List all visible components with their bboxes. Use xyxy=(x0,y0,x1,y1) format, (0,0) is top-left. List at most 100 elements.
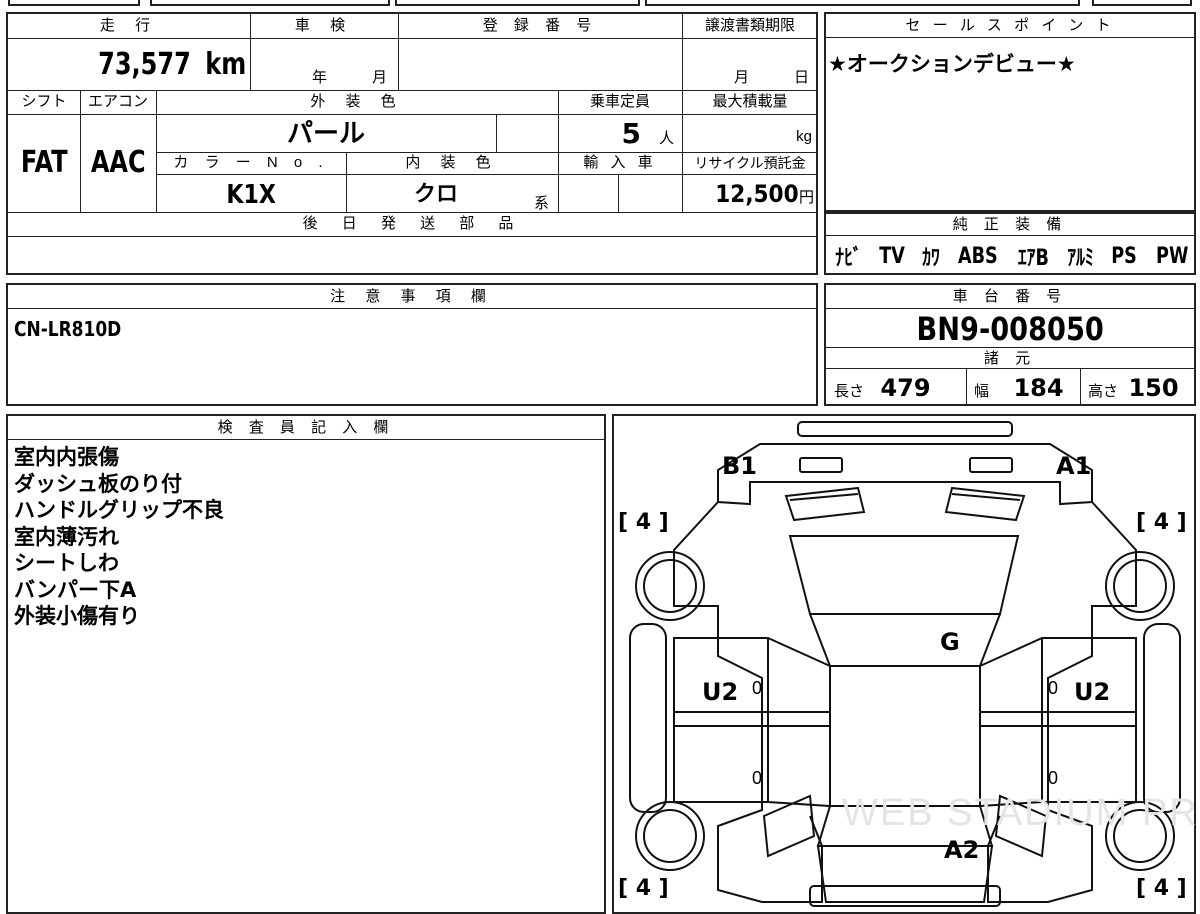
inspection-year-unit: 年 xyxy=(312,69,328,86)
recycle-unit: 円 xyxy=(798,189,814,206)
door-rear-left xyxy=(673,725,831,808)
spec-label: 諸 元 xyxy=(826,347,1194,369)
inspector-line: 外装小傷有り xyxy=(14,604,140,628)
capacity-value: 5人 xyxy=(621,117,675,150)
mark-zero: 0 xyxy=(1048,768,1059,788)
mirror-right xyxy=(944,486,1026,522)
width-cell: 幅 184 xyxy=(974,371,1078,403)
sales-point-text: ★オークションデビュー★ xyxy=(828,52,1076,76)
notes-label: 注 意 事 項 欄 xyxy=(8,285,816,309)
mark-zero: 0 xyxy=(752,678,763,698)
max-load-label: 最大積載量 xyxy=(712,93,788,110)
width-value: 184 xyxy=(1013,374,1064,402)
equipment-item: ｴｱB xyxy=(1017,246,1049,271)
inspector-line: ダッシュ板のり付 xyxy=(14,471,182,496)
equipment-item: TV xyxy=(879,243,906,269)
mileage-value: 73,577 km xyxy=(8,42,246,88)
interior-value: クロ xyxy=(413,181,458,206)
wheel-front-right xyxy=(1105,551,1175,621)
notes-box: 注 意 事 項 欄 CN-LR810D xyxy=(6,283,818,406)
capacity-unit: 人 xyxy=(658,130,674,147)
tire-rear-left: [ 4 ] xyxy=(618,876,669,901)
capacity-label: 乗車定員 xyxy=(589,93,650,110)
inspection-label: 車 検 xyxy=(294,17,354,34)
equipment-item: PS xyxy=(1111,243,1138,269)
equipment-item: PW xyxy=(1155,243,1188,269)
color-no-label: カ ラ ー N o . xyxy=(173,154,329,171)
mark-g: G xyxy=(940,628,960,656)
interior-suffix: 系 xyxy=(534,195,550,212)
mark-a1: A1 xyxy=(1056,452,1092,480)
color-no-value: K1X xyxy=(226,180,276,210)
mark-u2-right: U2 xyxy=(1074,678,1111,706)
equipment-item: ｱﾙﾐ xyxy=(1067,246,1094,271)
sales-point-box: セ ー ル ス ポ イ ン ト ★オークションデビュー★ xyxy=(824,12,1196,212)
mark-a2: A2 xyxy=(944,836,980,864)
top-stub xyxy=(0,0,1200,8)
car-diagram xyxy=(629,421,1181,907)
recycle-value: 12,500円 xyxy=(715,180,814,208)
aircon-value: AAC xyxy=(90,145,146,180)
chassis-label: 車 台 番 号 xyxy=(826,285,1194,309)
width-label: 幅 xyxy=(974,383,990,400)
mark-u2-left: U2 xyxy=(702,678,739,706)
chassis-value: BN9-008050 xyxy=(916,310,1104,348)
skirt-left xyxy=(629,623,667,813)
height-cell: 高さ 150 xyxy=(1088,371,1192,403)
wheel-rear-left xyxy=(635,801,705,871)
aircon-label: エアコン xyxy=(87,93,148,110)
registration-label: 登 録 番 号 xyxy=(482,17,598,34)
exterior-value: パール xyxy=(286,118,365,148)
exterior-label: 外 装 色 xyxy=(310,93,404,110)
mark-zero: 0 xyxy=(1048,678,1059,698)
equipment-item: ｶﾜ xyxy=(921,246,940,271)
tire-rear-right: [ 4 ] xyxy=(1136,876,1187,901)
inspector-line: ハンドルグリップ不良 xyxy=(14,498,224,522)
mileage-unit: km xyxy=(205,47,246,82)
headlight-left xyxy=(799,457,843,473)
watermark: WEB STADIUM PRO xyxy=(842,792,1200,834)
max-load-unit: kg xyxy=(796,128,812,145)
roof-panel xyxy=(829,665,981,807)
roof xyxy=(809,613,1001,667)
equipment-item: ABS xyxy=(957,243,998,269)
tire-front-left: [ 4 ] xyxy=(618,510,669,535)
vehicle-info-table: 走 行 車 検 登 録 番 号 譲渡書類期限 73,577 km 年 月 月 日 … xyxy=(6,12,818,275)
equipment-list: ﾅﾋﾞ TV ｶﾜ ABS ｴｱB ｱﾙﾐ PS PW xyxy=(832,240,1192,272)
inspector-line: バンパー下A xyxy=(14,577,137,602)
headlight-right xyxy=(969,457,1013,473)
inspector-lines: 室内内張傷 ダッシュ板のり付 ハンドルグリップ不良 室内薄汚れ シートしわ バン… xyxy=(14,444,224,630)
inspector-label: 検 査 員 記 入 欄 xyxy=(8,416,604,440)
mirror-left xyxy=(784,486,866,522)
notes-text: CN-LR810D xyxy=(14,317,122,341)
front-bumper xyxy=(797,421,1013,437)
windshield xyxy=(788,535,1020,615)
mark-b1: B1 xyxy=(722,452,757,480)
inspector-line: シートしわ xyxy=(14,551,119,575)
parts-label: 後 日 発 送 部 品 xyxy=(302,215,524,232)
inspection-month-unit: 月 xyxy=(372,69,388,86)
length-label: 長さ xyxy=(834,383,865,400)
car-diagram-box: WEB STADIUM PRO B1 A1 G U2 U2 A2 0 0 0 0… xyxy=(612,414,1200,914)
transfer-label: 譲渡書類期限 xyxy=(704,17,795,34)
hood xyxy=(717,443,1093,506)
sales-point-label: セ ー ル ス ポ イ ン ト xyxy=(826,14,1194,38)
inspector-box: 検 査 員 記 入 欄 室内内張傷 ダッシュ板のり付 ハンドルグリップ不良 室内… xyxy=(6,414,606,914)
mark-zero: 0 xyxy=(752,768,763,788)
tire-front-right: [ 4 ] xyxy=(1136,510,1187,535)
chassis-box: 車 台 番 号 BN9-008050 諸 元 長さ 479 幅 184 高さ 1… xyxy=(824,283,1196,406)
inspector-line: 室内内張傷 xyxy=(14,445,119,469)
length-value: 479 xyxy=(880,374,931,402)
transfer-day-unit: 日 xyxy=(794,69,810,86)
recycle-label: リサイクル預託金 xyxy=(694,155,806,171)
interior-label: 内 装 色 xyxy=(405,154,499,171)
import-label: 輸 入 車 xyxy=(583,154,657,171)
inspector-line: 室内薄汚れ xyxy=(14,524,119,549)
height-label: 高さ xyxy=(1088,383,1119,400)
length-cell: 長さ 479 xyxy=(834,371,964,403)
equipment-item: ﾅﾋﾞ xyxy=(835,246,862,271)
wheel-front-left xyxy=(635,551,705,621)
skirt-right xyxy=(1143,623,1181,813)
equipment-box: 純 正 装 備 ﾅﾋﾞ TV ｶﾜ ABS ｴｱB ｱﾙﾐ PS PW xyxy=(824,212,1196,275)
transfer-month-unit: 月 xyxy=(734,69,750,86)
